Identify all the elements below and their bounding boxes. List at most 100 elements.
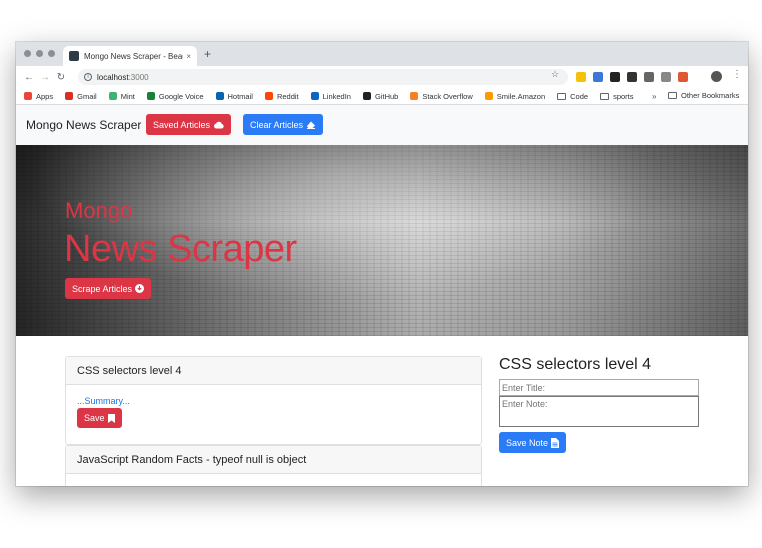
bookmark-label: Apps [36,91,54,101]
info-icon[interactable]: i [84,73,92,81]
bookmark-favicon-icon [264,92,273,100]
folder-icon [600,92,610,100]
bookmark-label: Code [570,91,589,101]
save-note-label: Save Note [506,437,549,448]
url-text: localhost:3000 [97,73,149,82]
extension-icon[interactable] [627,72,637,82]
file-text-icon [551,437,560,448]
hero-banner: Mongo News Scraper Scrape Articles [16,145,748,336]
bookmark-label: Mint [120,91,135,101]
site-navbar: Mongo News Scraper Saved Articles Clear … [16,105,748,145]
folder-icon [557,92,567,100]
bookmarks-overflow-button[interactable]: » [652,92,656,101]
bookmark-favicon-icon [24,92,32,100]
bookmark-favicon-icon [362,92,371,100]
reload-icon[interactable]: ↻ [53,72,69,83]
article-title: JavaScript Random Facts - typeof null is… [66,446,481,474]
save-article-button[interactable]: Save [77,408,122,428]
site-brand[interactable]: Mongo News Scraper [26,118,141,132]
save-note-button[interactable]: Save Note [499,432,567,453]
clear-articles-button[interactable]: Clear Articles [243,114,324,135]
note-title-input[interactable] [499,379,699,396]
bookmark-item[interactable]: Smile.Amazon [484,91,546,101]
tab-strip: Mongo News Scraper - Beau S × + [16,42,748,66]
minimize-window-button[interactable] [36,50,43,57]
bookmark-favicon-icon [484,92,493,100]
note-panel: CSS selectors level 4 Save Note [499,356,700,453]
extension-icon[interactable] [610,72,620,82]
bookmark-favicon-icon [146,92,155,100]
bookmark-label: Gmail [77,91,97,101]
bookmark-favicon-icon [410,92,419,100]
bookmark-item[interactable]: Hotmail [215,91,253,101]
cloud-icon [214,121,224,128]
bookmark-favicon-icon [215,92,224,100]
article-card: CSS selectors level 4 ...Summary... Save [65,356,482,445]
maximize-window-button[interactable] [48,50,55,57]
bookmark-item[interactable]: LinkedIn [310,91,351,101]
bookmark-star-icon[interactable]: ☆ [551,69,559,80]
extension-icons [576,72,688,82]
article-title: CSS selectors level 4 [66,357,481,385]
scrape-articles-label: Scrape Articles [72,283,133,294]
address-bar[interactable]: i localhost:3000 [78,69,568,85]
back-arrow-icon[interactable]: ← [21,72,37,83]
extension-icon[interactable] [678,72,688,82]
folder-icon [668,92,677,99]
extension-icon[interactable] [576,72,586,82]
bookmark-label: Reddit [276,91,299,101]
bookmark-label: LinkedIn [322,91,351,101]
scrape-articles-button[interactable]: Scrape Articles [65,278,152,299]
bookmark-favicon-icon [65,92,74,100]
menu-kebab-icon[interactable]: ⋮ [732,69,742,80]
bookmark-label: Smile.Amazon [496,91,546,101]
article-list: CSS selectors level 4 ...Summary... Save Ja… [65,356,482,486]
bookmark-favicon-icon [108,92,117,100]
article-summary-link[interactable]: ...Summary... [77,396,470,406]
bookmark-icon [107,413,115,423]
web-page: Mongo News Scraper Saved Articles Clear … [16,105,748,486]
bookmark-item[interactable]: GitHub [362,91,399,101]
window-controls [24,50,55,57]
favicon-icon [69,51,79,61]
eraser-icon [307,121,316,129]
bookmark-item[interactable]: sports [600,91,634,101]
bookmark-item[interactable]: Mint [108,91,135,101]
forward-arrow-icon[interactable]: → [37,72,53,83]
browser-window: Mongo News Scraper - Beau S × + ← → ↻ i … [16,42,748,486]
bookmark-item[interactable]: Google Voice [146,91,204,101]
article-body [66,474,481,486]
browser-toolbar: ← → ↻ i localhost:3000 ☆ ⋮ [16,66,748,88]
bookmark-label: Stack Overflow [422,91,473,101]
bookmark-label: Hotmail [227,91,253,101]
browser-tab[interactable]: Mongo News Scraper - Beau S × [63,46,197,66]
url-port: :3000 [128,72,149,82]
bookmark-item[interactable]: Code [557,92,588,101]
bookmark-item[interactable]: Apps [24,92,53,101]
bookmark-label: sports [613,91,634,101]
other-bookmarks[interactable]: Other Bookmarks [668,91,739,100]
new-tab-button[interactable]: + [204,47,211,61]
bookmark-label: GitHub [374,91,399,101]
article-card: JavaScript Random Facts - typeof null is… [65,445,482,486]
extension-icon[interactable] [644,72,654,82]
bookmark-favicon-icon [310,92,319,100]
bookmark-label: Google Voice [158,91,204,101]
bookmark-item[interactable]: Stack Overflow [410,91,473,101]
bookmark-item[interactable]: Reddit [264,91,299,101]
download-circle-icon [135,284,145,293]
note-body-textarea[interactable] [499,396,699,427]
extension-icon[interactable] [661,72,671,82]
clear-articles-label: Clear Articles [250,119,304,130]
bookmark-item[interactable]: Gmail [65,92,97,101]
url-host: localhost [97,72,129,82]
close-window-button[interactable] [24,50,31,57]
saved-articles-label: Saved Articles [153,119,211,130]
tab-title: Mongo News Scraper - Beau S [84,51,184,61]
note-panel-title: CSS selectors level 4 [499,356,652,373]
tab-close-icon[interactable]: × [186,52,191,61]
saved-articles-button[interactable]: Saved Articles [146,114,232,135]
article-body: ...Summary... Save [66,385,481,444]
profile-avatar[interactable] [711,71,722,82]
extension-icon[interactable] [593,72,603,82]
